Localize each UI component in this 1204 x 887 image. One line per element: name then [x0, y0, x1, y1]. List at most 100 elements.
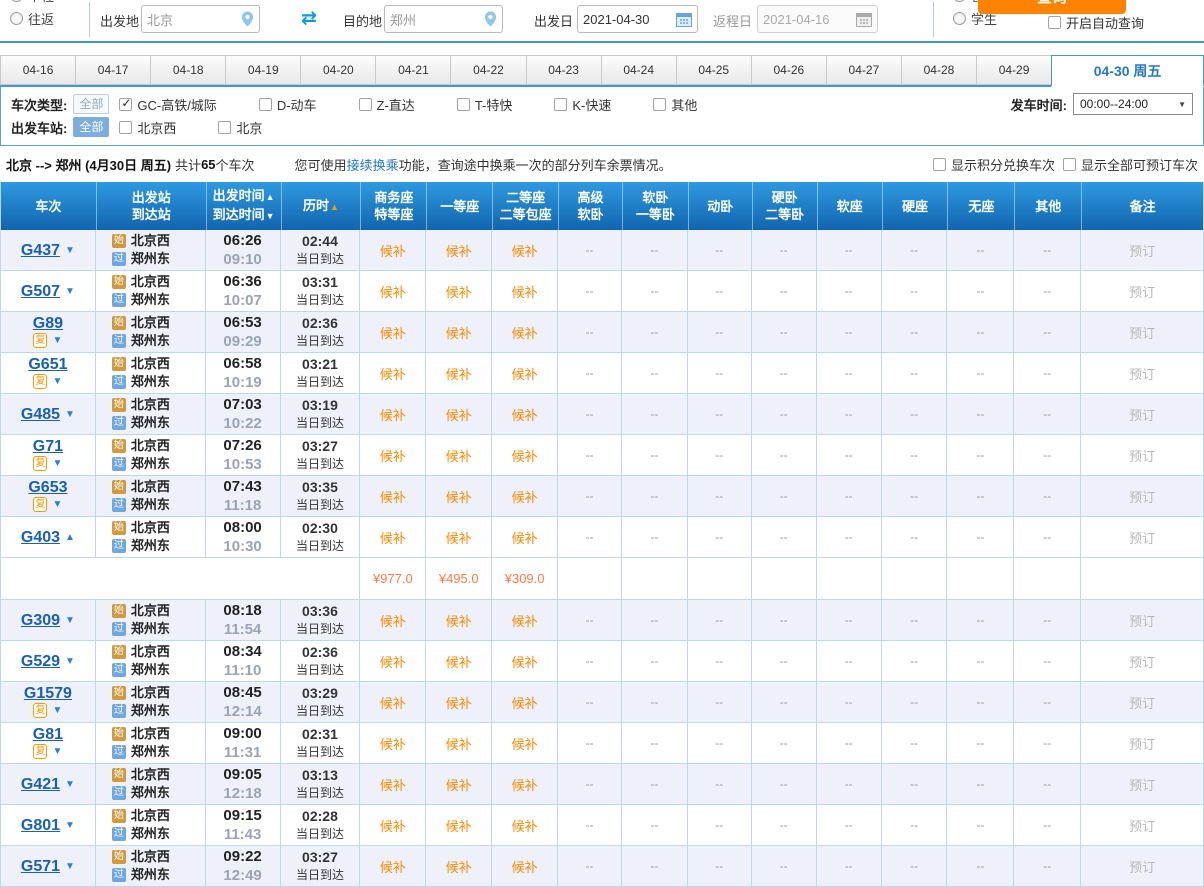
depart-station-all-button[interactable]: 全部 — [73, 117, 109, 137]
train-number-link[interactable]: G507 — [21, 283, 60, 300]
expand-arrow-icon[interactable]: ▼ — [65, 406, 75, 423]
date-tab[interactable]: 04-20 — [300, 55, 375, 85]
waitlist-link[interactable]: 候补 — [380, 734, 406, 753]
train-number-link[interactable]: G403 — [21, 529, 60, 546]
waitlist-link[interactable]: 候补 — [380, 487, 406, 506]
expand-arrow-icon[interactable]: ▼ — [65, 242, 75, 259]
from-input[interactable]: 北京 — [141, 5, 260, 33]
expand-arrow-icon[interactable]: ▼ — [65, 858, 75, 875]
waitlist-link[interactable]: 候补 — [446, 734, 472, 753]
waitlist-link[interactable]: 候补 — [512, 405, 538, 424]
train-number-link[interactable]: G571 — [21, 858, 60, 875]
date-tab[interactable]: 04-22 — [450, 55, 525, 85]
show-all-bookable-checkbox[interactable]: 显示全部可预订车次 — [1063, 155, 1198, 174]
train-number-link[interactable]: G529 — [21, 653, 60, 670]
transfer-link[interactable]: 接续换乘 — [347, 158, 399, 173]
expand-arrow-icon[interactable]: ▼ — [52, 496, 62, 513]
waitlist-link[interactable]: 候补 — [446, 652, 472, 671]
waitlist-link[interactable]: 候补 — [380, 405, 406, 424]
waitlist-link[interactable]: 候补 — [512, 734, 538, 753]
query-button[interactable]: 查询 — [978, 0, 1126, 14]
collapse-arrow-icon[interactable]: ▲ — [65, 529, 75, 546]
train-type-checkbox[interactable]: Z-直达 — [359, 95, 415, 114]
swap-stations-icon[interactable]: ⇄ — [301, 7, 317, 30]
date-tab[interactable]: 04-18 — [150, 55, 225, 85]
auto-query-checkbox[interactable]: 开启自动查询 — [1048, 13, 1144, 32]
train-type-checkbox[interactable]: D-动车 — [259, 95, 317, 114]
date-tab[interactable]: 04-24 — [601, 55, 676, 85]
train-number-link[interactable]: G1579 — [24, 685, 72, 702]
waitlist-link[interactable]: 候补 — [512, 446, 538, 465]
column-header[interactable]: 历时▲ — [281, 182, 361, 230]
waitlist-link[interactable]: 候补 — [446, 611, 472, 630]
expand-arrow-icon[interactable]: ▼ — [52, 373, 62, 390]
train-number-link[interactable]: G651 — [28, 356, 67, 373]
waitlist-link[interactable]: 候补 — [446, 487, 472, 506]
train-number-link[interactable]: G71 — [33, 438, 63, 455]
train-number-link[interactable]: G81 — [33, 726, 63, 743]
date-tab[interactable]: 04-28 — [901, 55, 976, 85]
train-type-checkbox[interactable]: T-特快 — [457, 95, 513, 114]
waitlist-link[interactable]: 候补 — [446, 405, 472, 424]
expand-arrow-icon[interactable]: ▼ — [52, 702, 62, 719]
waitlist-link[interactable]: 候补 — [380, 241, 406, 260]
waitlist-link[interactable]: 候补 — [380, 652, 406, 671]
waitlist-link[interactable]: 候补 — [380, 323, 406, 342]
date-tab[interactable]: 04-26 — [751, 55, 826, 85]
date-tab[interactable]: 04-16 — [0, 55, 75, 85]
waitlist-link[interactable]: 候补 — [380, 364, 406, 383]
depart-station-checkbox[interactable]: 北京 — [218, 118, 262, 137]
date-tab[interactable]: 04-21 — [375, 55, 450, 85]
column-header[interactable]: 出发时间▲到达时间▼ — [206, 182, 281, 230]
waitlist-link[interactable]: 候补 — [512, 693, 538, 712]
waitlist-link[interactable]: 候补 — [380, 446, 406, 465]
waitlist-link[interactable]: 候补 — [512, 282, 538, 301]
train-type-checkbox[interactable]: GC-高铁/城际 — [119, 95, 216, 114]
train-number-link[interactable]: G653 — [28, 479, 67, 496]
show-points-checkbox[interactable]: 显示积分兑换车次 — [933, 155, 1055, 174]
waitlist-link[interactable]: 候补 — [512, 241, 538, 260]
waitlist-link[interactable]: 候补 — [512, 652, 538, 671]
train-type-checkbox[interactable]: 其他 — [653, 95, 697, 114]
depart-station-checkbox[interactable]: 北京西 — [119, 118, 176, 137]
date-tab[interactable]: 04-25 — [676, 55, 751, 85]
train-number-link[interactable]: G309 — [21, 612, 60, 629]
waitlist-link[interactable]: 候补 — [380, 282, 406, 301]
expand-arrow-icon[interactable]: ▼ — [65, 817, 75, 834]
train-number-link[interactable]: G89 — [33, 315, 63, 332]
expand-arrow-icon[interactable]: ▼ — [65, 283, 75, 300]
waitlist-link[interactable]: 候补 — [512, 857, 538, 876]
train-number-link[interactable]: G437 — [21, 242, 60, 259]
waitlist-link[interactable]: 候补 — [380, 857, 406, 876]
waitlist-link[interactable]: 候补 — [512, 528, 538, 547]
waitlist-link[interactable]: 候补 — [446, 816, 472, 835]
waitlist-link[interactable]: 候补 — [446, 323, 472, 342]
expand-arrow-icon[interactable]: ▼ — [52, 455, 62, 472]
expand-arrow-icon[interactable]: ▼ — [65, 653, 75, 670]
date-tab[interactable]: 04-19 — [225, 55, 300, 85]
expand-arrow-icon[interactable]: ▼ — [52, 332, 62, 349]
depart-time-select[interactable]: 00:00--24:00 ▼ — [1073, 93, 1193, 115]
waitlist-link[interactable]: 候补 — [446, 446, 472, 465]
train-number-link[interactable]: G801 — [21, 817, 60, 834]
date-tab[interactable]: 04-27 — [826, 55, 901, 85]
train-type-all-button[interactable]: 全部 — [73, 94, 109, 114]
waitlist-link[interactable]: 候补 — [446, 364, 472, 383]
expand-arrow-icon[interactable]: ▼ — [52, 743, 62, 760]
depart-date-input[interactable]: 2021-04-30 — [577, 5, 698, 33]
waitlist-link[interactable]: 候补 — [512, 323, 538, 342]
trip-round-radio[interactable]: 往返 — [10, 9, 54, 28]
train-number-link[interactable]: G485 — [21, 406, 60, 423]
waitlist-link[interactable]: 候补 — [446, 693, 472, 712]
waitlist-link[interactable]: 候补 — [380, 611, 406, 630]
date-tab[interactable]: 04-29 — [976, 55, 1051, 85]
waitlist-link[interactable]: 候补 — [512, 611, 538, 630]
date-tab-selected[interactable]: 04-30 周五 — [1051, 55, 1204, 87]
train-number-link[interactable]: G421 — [21, 776, 60, 793]
waitlist-link[interactable]: 候补 — [446, 857, 472, 876]
waitlist-link[interactable]: 候补 — [380, 693, 406, 712]
waitlist-link[interactable]: 候补 — [380, 816, 406, 835]
waitlist-link[interactable]: 候补 — [512, 364, 538, 383]
waitlist-link[interactable]: 候补 — [380, 775, 406, 794]
expand-arrow-icon[interactable]: ▼ — [65, 612, 75, 629]
